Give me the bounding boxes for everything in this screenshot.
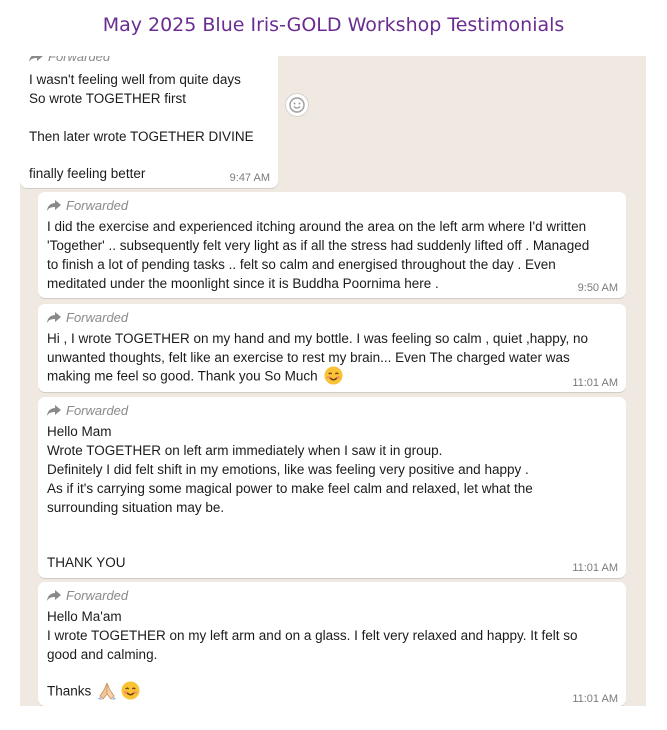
message-time: 9:50 AM: [577, 282, 618, 294]
message-text: Hello Ma'am: [47, 609, 122, 624]
message-text-with-emoji: Thanks: [47, 681, 140, 703]
message-time: 11:01 AM: [572, 562, 618, 574]
smiling-face-emoji: [324, 366, 343, 388]
message-bubble[interactable]: Forwarded I did the exercise and experie…: [38, 192, 626, 298]
message-text: 'Together' .. subsequently felt very lig…: [47, 238, 590, 253]
forwarded-label: Forwarded: [29, 56, 110, 64]
message-text: Hi , I wrote TOGETHER on my hand and my …: [47, 331, 589, 346]
forward-arrow-icon: [47, 200, 61, 211]
forwarded-label: Forwarded: [47, 310, 128, 325]
forward-arrow-icon: [47, 590, 61, 601]
message-text: I wasn't feeling well from quite days: [29, 72, 241, 87]
message-bubble[interactable]: Forwarded I wasn't feeling well from qui…: [20, 56, 278, 188]
message-text: I wrote TOGETHER on my left arm and on a…: [47, 628, 578, 643]
message-text: to finish a lot of pending tasks .. felt…: [47, 257, 556, 272]
message-text: meditated under the moonlight since it i…: [47, 276, 439, 291]
message-bubble[interactable]: Forwarded Hi , I wrote TOGETHER on my ha…: [38, 304, 626, 392]
message-text: good and calming.: [47, 647, 158, 662]
smiling-face-emoji: [121, 681, 140, 703]
forwarded-label: Forwarded: [47, 198, 128, 213]
forward-arrow-icon: [29, 56, 43, 62]
message-text: THANK YOU: [47, 555, 126, 570]
message-text: Then later wrote TOGETHER DIVINE: [29, 129, 254, 144]
message-time: 11:01 AM: [572, 693, 618, 705]
message-time: 11:01 AM: [572, 377, 618, 389]
message-bubble[interactable]: Forwarded Hello Ma'am I wrote TOGETHER o…: [38, 582, 626, 706]
chat-area[interactable]: Forwarded I wasn't feeling well from qui…: [20, 56, 646, 706]
message-text: finally feeling better: [29, 166, 146, 181]
message-text: Definitely I did felt shift in my emotio…: [47, 462, 529, 477]
forwarded-label: Forwarded: [47, 588, 128, 603]
page-title: May 2025 Blue Iris-GOLD Workshop Testimo…: [102, 14, 565, 36]
message-bubble[interactable]: Forwarded Hello Mam Wrote TOGETHER on le…: [38, 397, 626, 578]
folded-hands-emoji: [98, 681, 117, 703]
forward-arrow-icon: [47, 405, 61, 416]
message-text-with-emoji: making me feel so good. Thank you So Muc…: [47, 366, 343, 388]
message-text: I did the exercise and experienced itchi…: [47, 219, 587, 234]
smiley-reaction-icon[interactable]: [286, 94, 308, 116]
message-text: Wrote TOGETHER on left arm immediately w…: [47, 443, 443, 458]
message-text: So wrote TOGETHER first: [29, 91, 187, 106]
forwarded-label: Forwarded: [47, 403, 128, 418]
forward-arrow-icon: [47, 312, 61, 323]
message-time: 9:47 AM: [229, 172, 270, 184]
message-text: unwanted thoughts, felt like an exercise…: [47, 350, 570, 365]
message-text: Hello Mam: [47, 424, 112, 439]
message-text: surrounding situation may be.: [47, 500, 225, 515]
message-text: As if it's carrying some magical power t…: [47, 481, 533, 496]
